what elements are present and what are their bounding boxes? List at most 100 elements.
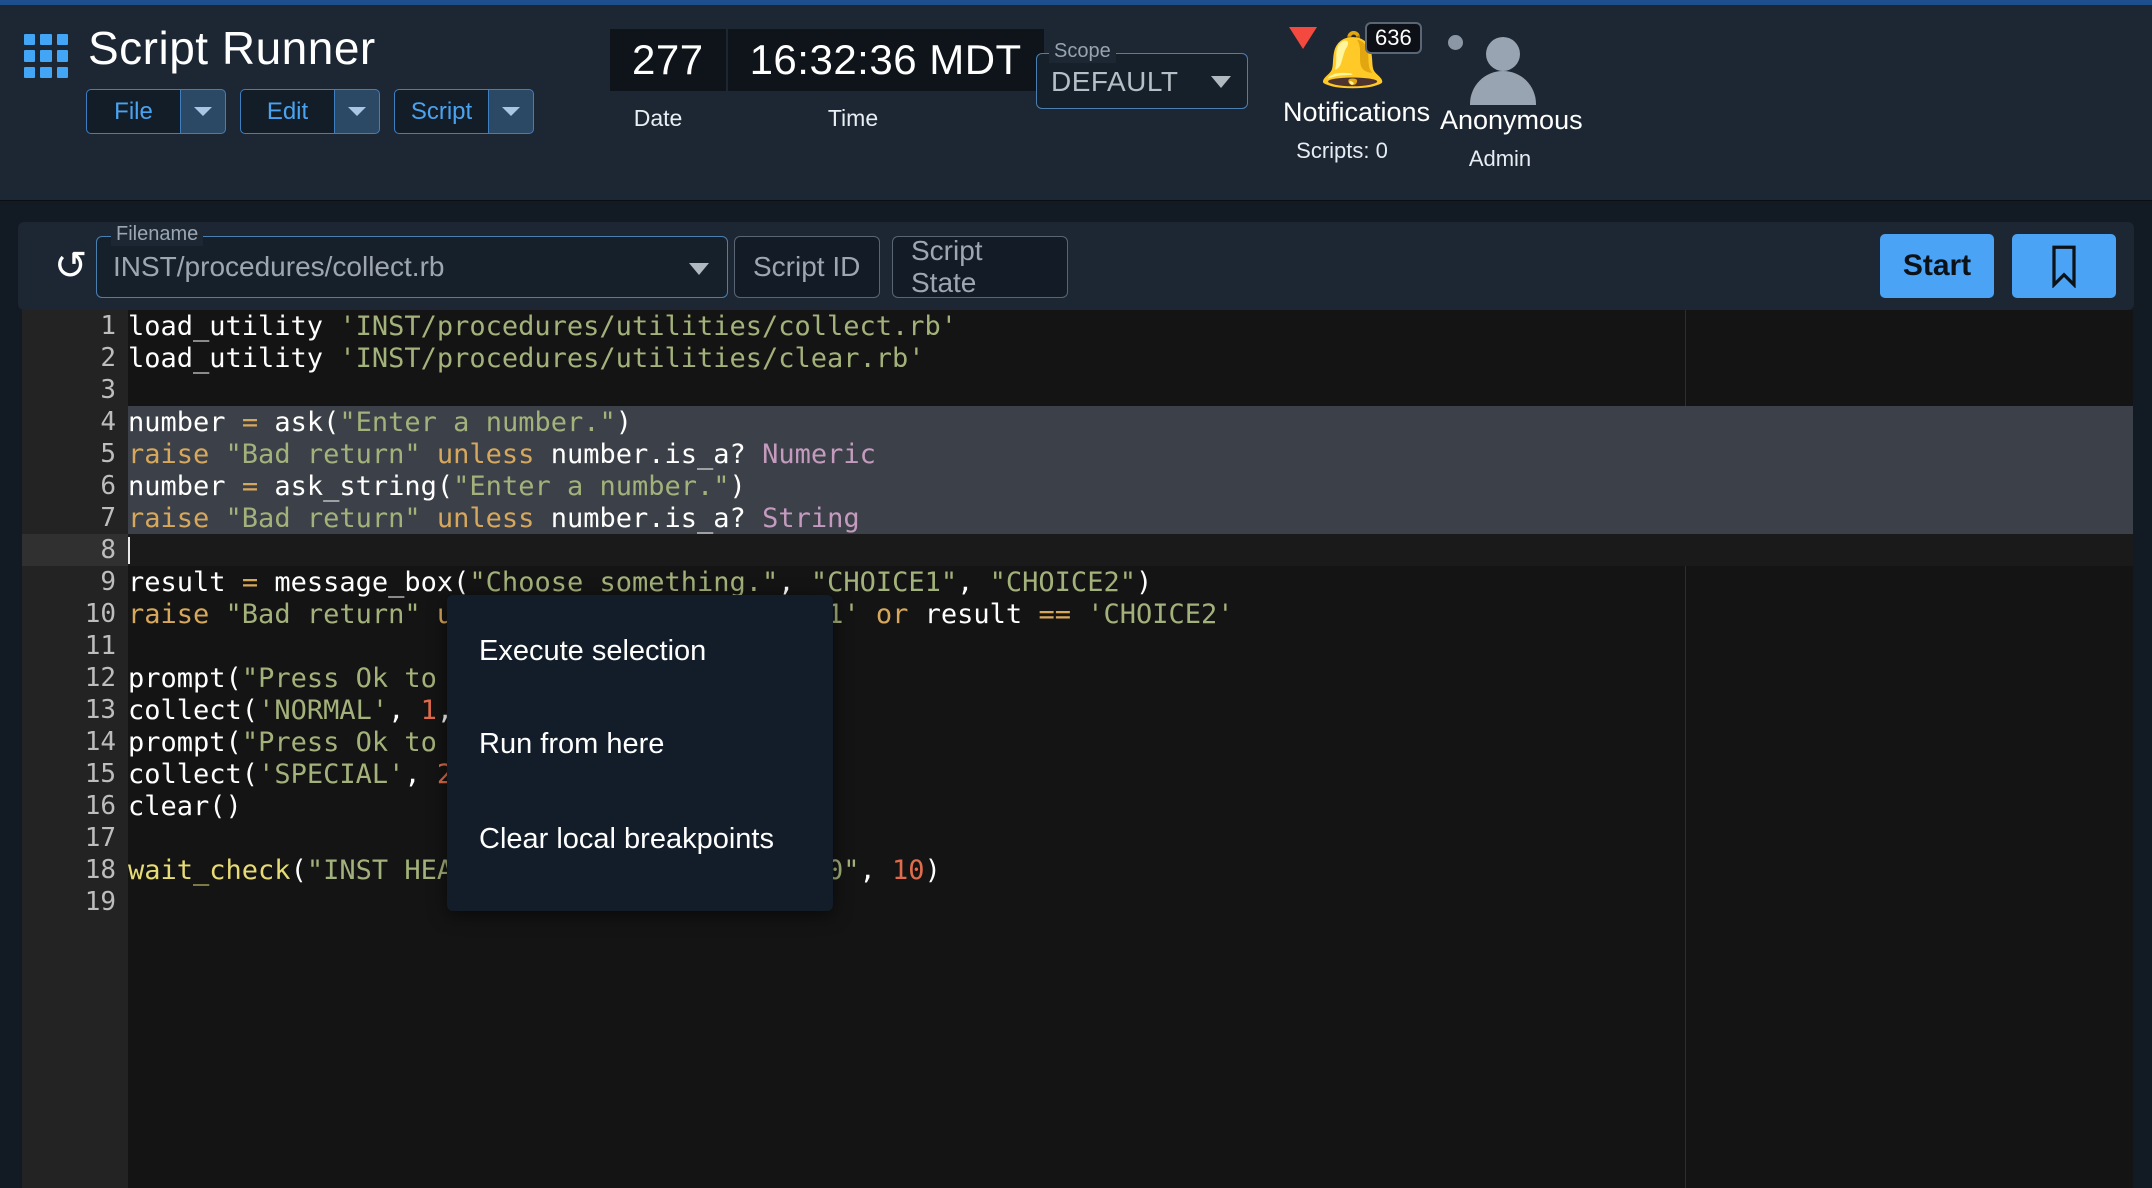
line-number[interactable]: 7 — [22, 503, 116, 533]
menu-file-label[interactable]: File — [86, 89, 180, 134]
code-line[interactable]: 17 — [0, 822, 2152, 854]
line-number[interactable]: 15 — [22, 759, 116, 789]
code-line[interactable]: 4 number = ask("Enter a number.") — [0, 406, 2152, 438]
line-number[interactable]: 10 — [22, 599, 116, 629]
code-line[interactable]: 5 raise "Bad return" unless number.is_a? … — [0, 438, 2152, 470]
code-line[interactable]: 7 raise "Bad return" unless number.is_a? … — [0, 502, 2152, 534]
time-label: Time — [827, 105, 879, 131]
bookmark-icon — [2052, 245, 2076, 288]
line-number[interactable]: 18 — [22, 855, 116, 885]
menu-file-dropdown[interactable] — [180, 89, 226, 134]
line-number[interactable]: 3 — [22, 375, 116, 405]
code-text[interactable]: raise "Bad return" unless number.is_a? N… — [128, 439, 876, 470]
line-number[interactable]: 13 — [22, 695, 116, 725]
menu-script-dropdown[interactable] — [488, 89, 534, 134]
filename-legend: Filename — [111, 223, 204, 246]
bookmark-button[interactable] — [2012, 234, 2116, 298]
notifications-button[interactable]: 🔔 636 Notifications Scripts: 0 — [1283, 22, 1431, 164]
script-id-placeholder: Script ID — [753, 251, 861, 282]
date-label: Date — [633, 105, 683, 131]
line-number[interactable]: 17 — [22, 823, 116, 853]
code-editor[interactable]: 1 load_utility 'INST/procedures/utilities… — [0, 310, 2152, 1188]
notifications-label: Notifications — [1283, 97, 1431, 127]
code-line[interactable]: 14prompt("Press Ok to start SPECIAL Coll… — [0, 726, 2152, 758]
scope-legend: Scope — [1049, 40, 1116, 63]
main-menu-bar: File Edit Script — [86, 89, 534, 134]
context-menu-item-clear-local-breakpoints[interactable]: Clear local breakpoints — [479, 823, 774, 856]
avatar — [1440, 27, 1560, 105]
chevron-down-icon — [502, 107, 520, 116]
line-number[interactable]: 19 — [22, 887, 116, 917]
code-line[interactable]: 8 — [0, 534, 2152, 566]
code-text[interactable]: raise "Bad return" unless number.is_a? S… — [128, 503, 860, 534]
code-lines-container[interactable]: 1 load_utility 'INST/procedures/utilities… — [0, 310, 2152, 918]
menu-edit[interactable]: Edit — [240, 89, 380, 134]
code-line[interactable]: 3 — [0, 374, 2152, 406]
person-head-icon — [1486, 37, 1520, 71]
script-runner-window: Script Runner File Edit Script 277 16:32… — [0, 0, 2152, 1188]
chevron-down-icon — [348, 107, 366, 116]
text-caret — [128, 537, 130, 564]
line-number[interactable]: 6 — [22, 471, 116, 501]
code-line[interactable]: 16 clear() — [0, 790, 2152, 822]
app-header-bar: Script Runner File Edit Script 277 16:32… — [0, 5, 2152, 201]
code-line[interactable]: 15collect('SPECIAL', 2, true) — [0, 758, 2152, 790]
datetime-display: 277 16:32:36 MDT Date Time — [610, 29, 1044, 132]
user-menu[interactable]: Anonymous Admin — [1440, 27, 1583, 172]
code-text[interactable]: number = ask("Enter a number.") — [128, 407, 632, 438]
person-body-icon — [1470, 71, 1536, 105]
scripts-count-label: Scripts: 0 — [1296, 138, 1388, 163]
code-text[interactable]: result = message_box("Choose something."… — [128, 567, 1152, 598]
refresh-icon[interactable]: ↻ — [54, 244, 88, 288]
menu-edit-label[interactable]: Edit — [240, 89, 334, 134]
editor-context-menu[interactable]: Execute selection Run from here Clear lo… — [447, 595, 833, 911]
context-menu-item-execute-selection[interactable]: Execute selection — [479, 635, 706, 668]
code-line[interactable]: 11 — [0, 630, 2152, 662]
line-number[interactable]: 1 — [22, 311, 116, 341]
line-number[interactable]: 12 — [22, 663, 116, 693]
script-state-field[interactable]: Script State — [892, 235, 1068, 298]
code-line[interactable]: 13collect('NORMAL', 1, false) — [0, 694, 2152, 726]
code-line[interactable]: 18wait_check("INST HEALTH_STATUS COLLECT… — [0, 854, 2152, 886]
line-number[interactable]: 16 — [22, 791, 116, 821]
line-number[interactable]: 2 — [22, 343, 116, 373]
code-line[interactable]: 2 load_utility 'INST/procedures/utilities… — [0, 342, 2152, 374]
menu-edit-dropdown[interactable] — [334, 89, 380, 134]
line-number[interactable]: 11 — [22, 631, 116, 661]
apps-grid-icon[interactable] — [24, 34, 68, 78]
code-line[interactable]: 10raise "Bad return" unless result == 'C… — [0, 598, 2152, 630]
line-number[interactable]: 8 — [22, 535, 116, 565]
app-title: Script Runner — [88, 22, 376, 74]
line-number[interactable]: 9 — [22, 567, 116, 597]
chevron-down-icon — [194, 107, 212, 116]
code-text[interactable]: number = ask_string("Enter a number.") — [128, 471, 746, 502]
filename-select[interactable]: Filename INST/procedures/collect.rb — [96, 223, 728, 298]
start-button[interactable]: Start — [1880, 234, 1994, 298]
user-role: Admin — [1468, 146, 1532, 171]
status-dot-icon — [1448, 35, 1463, 50]
code-text[interactable]: clear() — [128, 791, 242, 822]
code-line[interactable]: 19 — [0, 886, 2152, 918]
code-line[interactable]: 1 load_utility 'INST/procedures/utilities… — [0, 310, 2152, 342]
date-value: 277 — [610, 29, 726, 91]
active-line-highlight — [128, 534, 2133, 566]
line-number[interactable]: 4 — [22, 407, 116, 437]
code-line[interactable]: 12prompt("Press Ok to start NORMAL Colle… — [0, 662, 2152, 694]
menu-script-label[interactable]: Script — [394, 89, 488, 134]
notification-count-badge: 636 — [1365, 22, 1422, 55]
line-number[interactable]: 5 — [22, 439, 116, 469]
script-id-field[interactable]: Script ID — [734, 236, 880, 298]
code-line[interactable]: 6 number = ask_string("Enter a number.") — [0, 470, 2152, 502]
line-number[interactable]: 14 — [22, 727, 116, 757]
scope-select[interactable]: Scope DEFAULT — [1036, 40, 1248, 109]
code-text[interactable]: load_utility 'INST/procedures/utilities/… — [128, 343, 925, 374]
filename-value: INST/procedures/collect.rb — [113, 251, 445, 282]
menu-file[interactable]: File — [86, 89, 226, 134]
time-value: 16:32:36 MDT — [727, 29, 1044, 91]
alert-triangle-icon — [1289, 27, 1317, 49]
code-line[interactable]: 9 result = message_box("Choose something.… — [0, 566, 2152, 598]
scope-value: DEFAULT — [1051, 66, 1179, 97]
context-menu-item-run-from-here[interactable]: Run from here — [479, 728, 664, 761]
code-text[interactable]: load_utility 'INST/procedures/utilities/… — [128, 311, 957, 342]
menu-script[interactable]: Script — [394, 89, 534, 134]
